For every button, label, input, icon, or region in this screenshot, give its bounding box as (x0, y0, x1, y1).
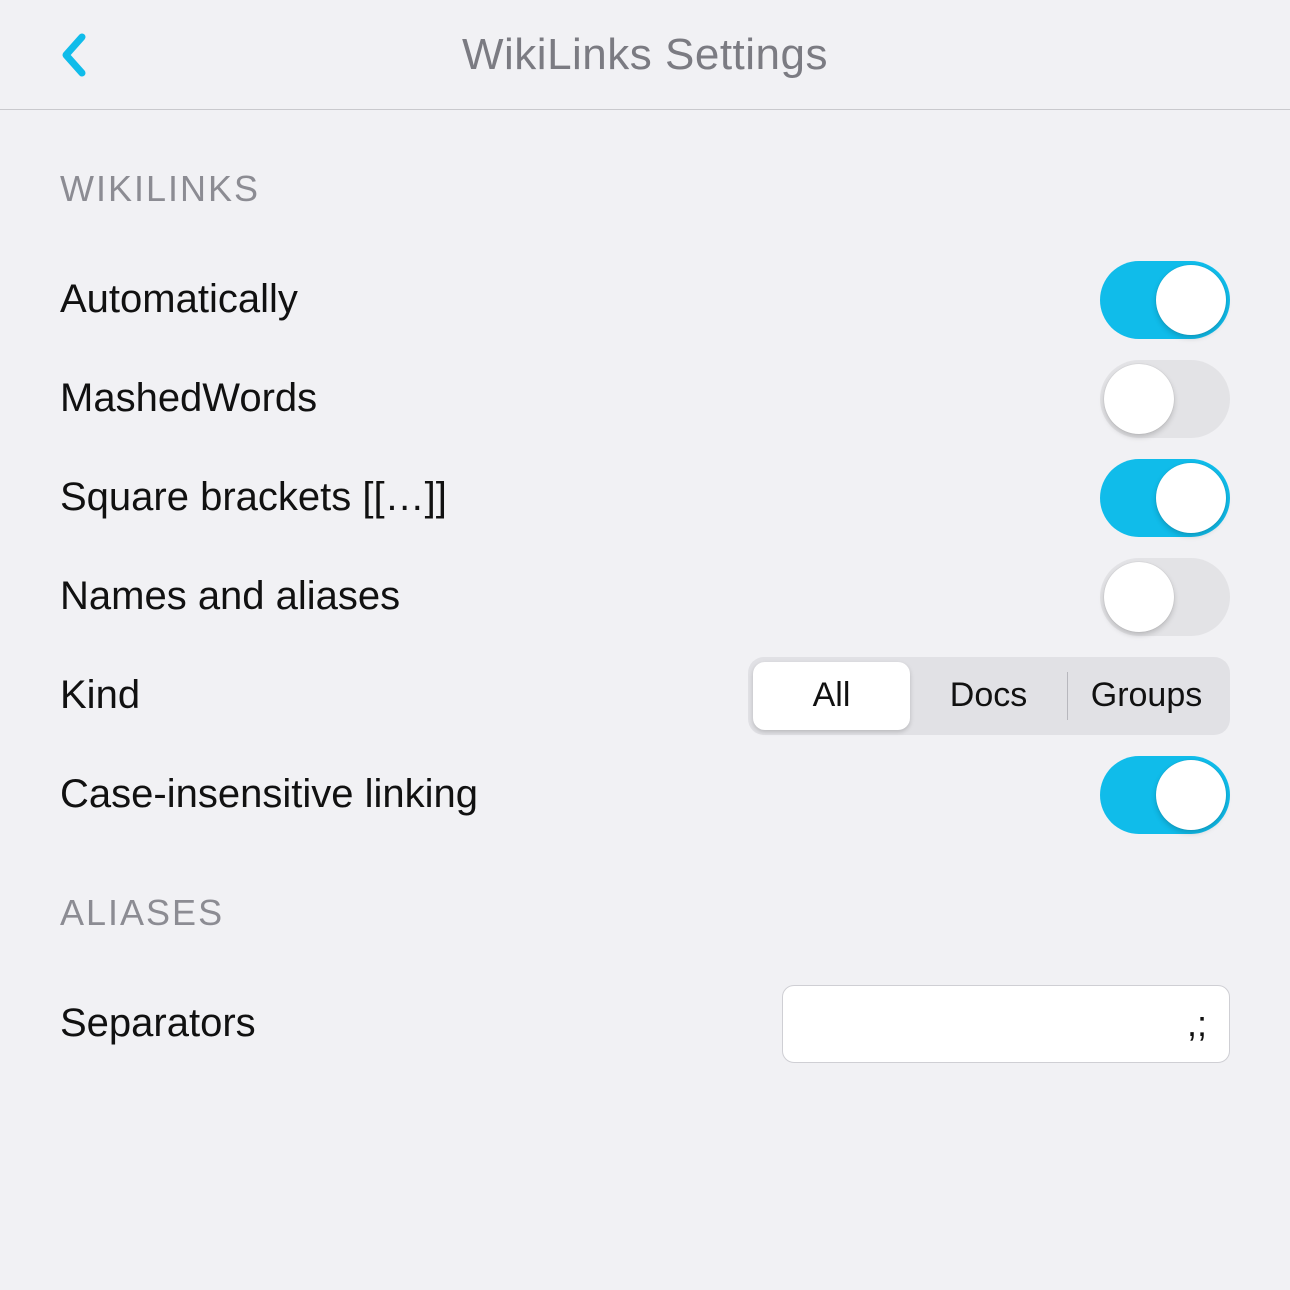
section-header-wikilinks: WIKILINKS (60, 168, 1230, 210)
row-names-aliases: Names and aliases (60, 547, 1230, 646)
back-button[interactable] (60, 33, 88, 77)
label-kind: Kind (60, 673, 140, 718)
row-case-insensitive: Case-insensitive linking (60, 745, 1230, 844)
header-bar: WikiLinks Settings (0, 0, 1290, 110)
toggle-case-insensitive[interactable] (1100, 756, 1230, 834)
row-automatically: Automatically (60, 250, 1230, 349)
label-automatically: Automatically (60, 277, 298, 322)
row-separators: Separators (60, 974, 1230, 1073)
label-separators: Separators (60, 1001, 256, 1046)
seg-kind-groups[interactable]: Groups (1068, 662, 1225, 730)
row-mashedwords: MashedWords (60, 349, 1230, 448)
toggle-names-aliases[interactable] (1100, 558, 1230, 636)
toggle-square-brackets[interactable] (1100, 459, 1230, 537)
segmented-kind[interactable]: All Docs Groups (748, 657, 1230, 735)
label-names-aliases: Names and aliases (60, 574, 400, 619)
label-mashedwords: MashedWords (60, 376, 317, 421)
seg-kind-docs[interactable]: Docs (910, 662, 1067, 730)
seg-kind-all[interactable]: All (753, 662, 910, 730)
section-header-aliases: ALIASES (60, 892, 1230, 934)
label-square-brackets: Square brackets [[…]] (60, 475, 447, 520)
row-kind: Kind All Docs Groups (60, 646, 1230, 745)
row-square-brackets: Square brackets [[…]] (60, 448, 1230, 547)
input-separators[interactable] (782, 985, 1230, 1063)
toggle-automatically[interactable] (1100, 261, 1230, 339)
chevron-left-icon (60, 33, 88, 77)
label-case-insensitive: Case-insensitive linking (60, 772, 478, 817)
page-title: WikiLinks Settings (462, 30, 828, 80)
toggle-mashedwords[interactable] (1100, 360, 1230, 438)
